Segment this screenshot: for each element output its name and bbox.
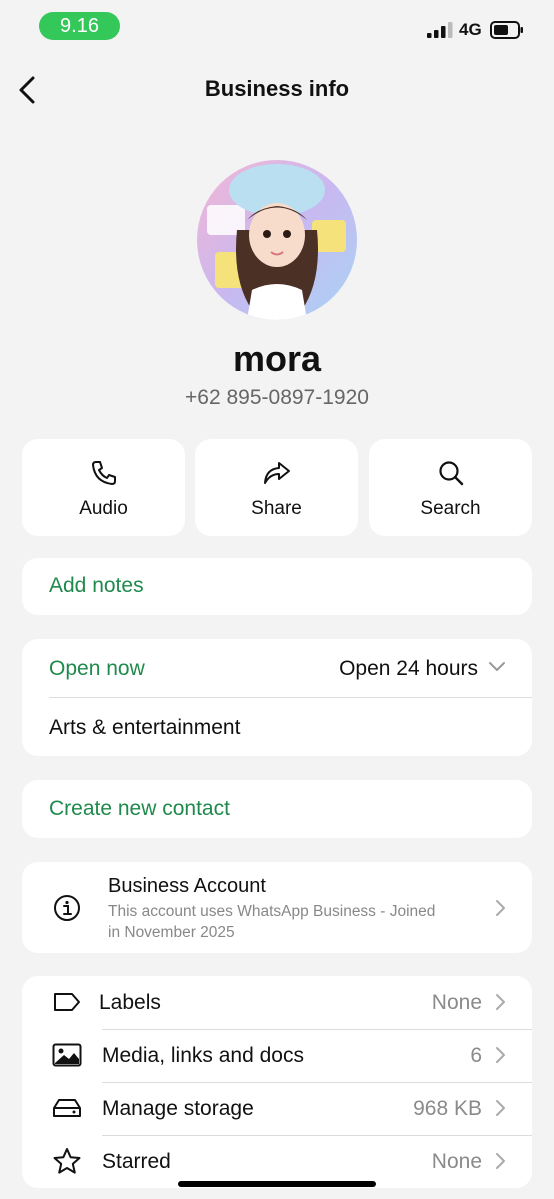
hours-value[interactable]: Open 24 hours	[339, 657, 478, 681]
audio-button[interactable]: Audio	[22, 439, 185, 536]
share-label: Share	[251, 498, 302, 519]
business-category: Arts & entertainment	[49, 716, 241, 739]
business-account-card[interactable]: Business Account This account uses Whats…	[22, 862, 532, 953]
nav-bar: Business info	[0, 60, 554, 120]
add-notes-card[interactable]: Add notes	[22, 558, 532, 615]
business-hours-card: Open now Open 24 hours Arts & entertainm…	[22, 639, 532, 756]
divider	[49, 697, 532, 698]
status-bar: 9.16 4G	[0, 0, 554, 56]
chevron-right-icon	[496, 994, 505, 1010]
audio-label: Audio	[79, 498, 128, 519]
chevron-right-icon	[496, 900, 505, 916]
search-label: Search	[420, 498, 481, 519]
share-icon	[263, 462, 290, 484]
label-tag-icon	[54, 993, 80, 1011]
page-title: Business info	[204, 76, 350, 101]
labels-row[interactable]: Labels None	[22, 976, 532, 1029]
search-button[interactable]: Search	[369, 439, 532, 536]
profile-phone: +62 895-0897-1920	[185, 386, 369, 409]
storage-label: Manage storage	[102, 1097, 254, 1120]
create-contact-label: Create new contact	[49, 797, 230, 820]
chevron-right-icon	[496, 1047, 505, 1063]
chevron-right-icon	[496, 1153, 505, 1169]
manage-storage-row[interactable]: Manage storage 968 KB	[22, 1082, 532, 1135]
avatar[interactable]	[197, 160, 357, 320]
star-icon	[53, 1148, 81, 1174]
open-status: Open now	[49, 657, 145, 680]
info-icon	[54, 895, 80, 921]
starred-value: None	[431, 1150, 482, 1173]
share-button[interactable]: Share	[195, 439, 358, 536]
media-links-docs-row[interactable]: Media, links and docs 6	[22, 1029, 532, 1082]
status-time: 9.16	[39, 12, 120, 40]
storage-size: 968 KB	[413, 1097, 482, 1120]
media-count: 6	[470, 1044, 482, 1067]
business-account-desc-line2: in November 2025	[108, 924, 235, 941]
business-account-desc-line1: This account uses WhatsApp Business - Jo…	[108, 903, 436, 920]
avatar-image	[197, 160, 357, 320]
image-icon	[52, 1043, 82, 1067]
labels-label: Labels	[99, 991, 161, 1014]
storage-drive-icon	[53, 1099, 81, 1117]
profile-name: mora	[232, 338, 322, 379]
phone-icon	[91, 461, 116, 485]
add-notes-label: Add notes	[49, 574, 144, 597]
chevron-down-icon[interactable]	[488, 661, 506, 673]
chevron-right-icon	[496, 1100, 505, 1116]
home-indicator	[178, 1181, 376, 1187]
starred-label: Starred	[102, 1150, 171, 1173]
create-contact-card[interactable]: Create new contact	[22, 780, 532, 838]
battery-icon	[490, 21, 523, 39]
signal-icon	[427, 22, 453, 38]
business-account-title: Business Account	[108, 875, 266, 897]
labels-value: None	[431, 991, 482, 1014]
network-label: 4G	[459, 20, 482, 39]
search-icon	[438, 461, 463, 486]
media-label: Media, links and docs	[102, 1044, 304, 1067]
settings-list: Labels None Media, links and docs 6 Mana…	[22, 976, 532, 1188]
